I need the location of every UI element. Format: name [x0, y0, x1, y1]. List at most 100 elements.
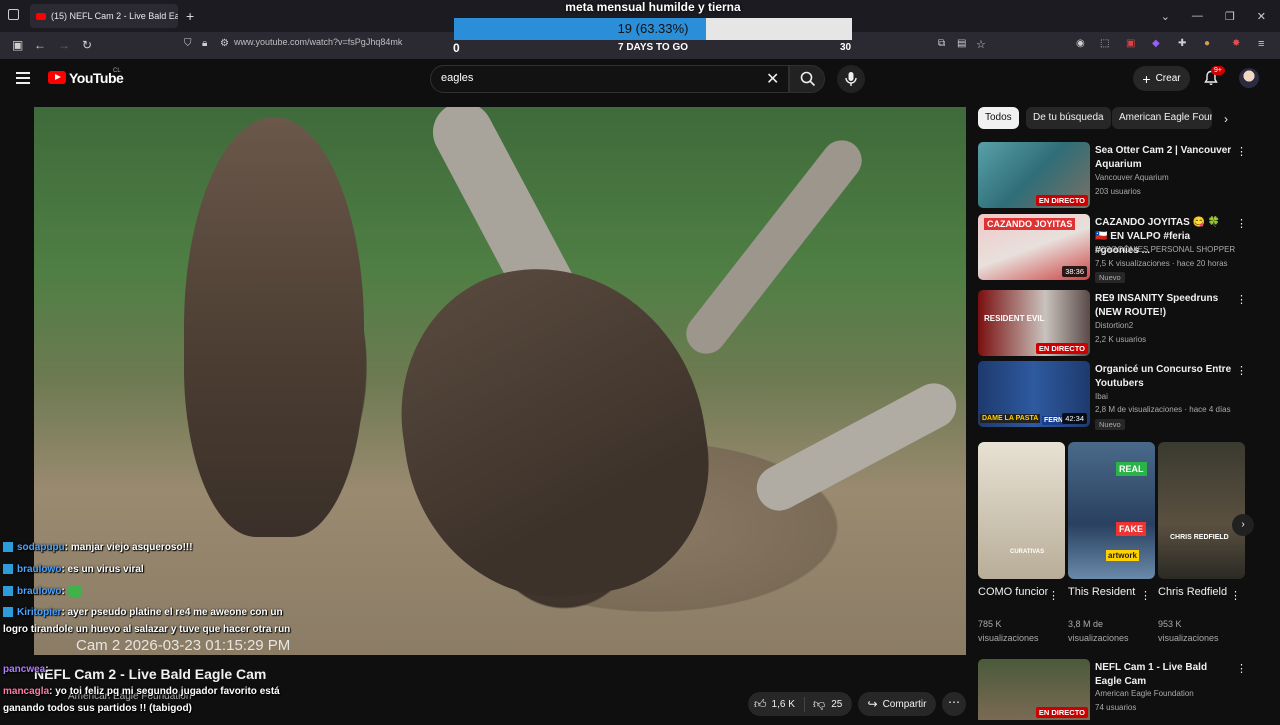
- recommendation-item[interactable]: RESIDENT EVIL EN DIRECTO RE9 INSANITY Sp…: [978, 290, 1248, 356]
- video-thumbnail[interactable]: EN DIRECTO: [978, 659, 1090, 720]
- forward-icon[interactable]: →: [58, 38, 70, 52]
- chevron-down-icon[interactable]: ⌄: [1161, 10, 1170, 23]
- recommendation-channel[interactable]: Distortion2: [1095, 321, 1133, 330]
- chip-channel[interactable]: American Eagle Foun: [1112, 107, 1212, 129]
- puzzle-icon[interactable]: ✚: [1178, 38, 1186, 49]
- dislike-button[interactable]: 👎︎ 25: [804, 696, 842, 712]
- recommendation-channel[interactable]: Ibai: [1095, 392, 1108, 401]
- video-thumbnail[interactable]: EN DIRECTO: [978, 142, 1090, 208]
- lock-icon: 🔒︎: [202, 38, 208, 49]
- recommendation-item[interactable]: EN DIRECTO NEFL Cam 1 - Live Bald Eagle …: [978, 659, 1248, 725]
- clear-search-icon[interactable]: ✕: [766, 69, 779, 89]
- recommendation-title[interactable]: Organicé un Concurso Entre Youtubers: [1095, 363, 1235, 391]
- short-title[interactable]: Chris Redfield | ...: [1158, 586, 1228, 598]
- recommendation-item[interactable]: EN DIRECTO Sea Otter Cam 2 | Vancouver A…: [978, 142, 1248, 208]
- avatar[interactable]: [1239, 68, 1259, 88]
- share-button[interactable]: ↪ Compartir: [858, 692, 936, 716]
- extension-avatar-icon[interactable]: ●: [1204, 38, 1210, 49]
- video-thumbnail[interactable]: RESIDENT EVIL EN DIRECTO: [978, 290, 1090, 356]
- extension-counter-icon[interactable]: ▣: [1126, 38, 1135, 49]
- maximize-button[interactable]: ❐: [1225, 10, 1235, 23]
- recommendation-channel[interactable]: LOSGOONIES PERSONAL SHOPPER: [1095, 245, 1235, 254]
- recommendation-meta: 2,2 K usuarios: [1095, 335, 1147, 344]
- short-thumbnail[interactable]: CHRIS REDFIELD: [1158, 442, 1245, 579]
- chat-text: : es un virus viral: [61, 564, 144, 575]
- account-icon[interactable]: ◉: [1076, 38, 1085, 49]
- short-thumbnail[interactable]: REAL FAKE artwork: [1068, 442, 1155, 579]
- settings-gear-icon[interactable]: ✸: [1232, 38, 1240, 49]
- more-options-icon[interactable]: ⋮: [1048, 589, 1059, 602]
- chat-message: braulowo:: [3, 583, 303, 600]
- recommendation-item[interactable]: CAZANDO JOYITAS 38:36 CAZANDO JOYITAS 😋 …: [978, 214, 1248, 283]
- more-options-icon[interactable]: ⋮: [1230, 589, 1241, 602]
- permissions-icon[interactable]: ⚙︎: [220, 38, 229, 49]
- duration-badge: 38:36: [1062, 266, 1087, 277]
- eagle-right: [382, 247, 726, 617]
- like-dislike-group: 👍︎ 1,6 K 👎︎ 25: [748, 692, 852, 716]
- country-code: CL: [113, 68, 121, 74]
- more-options-icon[interactable]: ⋮: [1236, 293, 1247, 306]
- bookmark-star-icon[interactable]: ☆: [976, 38, 986, 51]
- chat-username: braulowo: [17, 586, 62, 597]
- chip-all[interactable]: Todos: [978, 107, 1019, 129]
- chat-badge-icon: [3, 586, 13, 597]
- video-thumbnail[interactable]: DAME LA PASTA FERN 42:34: [978, 361, 1090, 427]
- search-icon: [800, 71, 816, 87]
- recommendation-title[interactable]: RE9 INSANITY Speedruns (NEW ROUTE!): [1095, 292, 1235, 320]
- new-badge: Nuevo: [1095, 272, 1125, 283]
- back-icon[interactable]: ←: [34, 38, 46, 52]
- more-options-icon[interactable]: ⋮: [1236, 364, 1247, 377]
- voice-search-button[interactable]: [837, 65, 865, 93]
- chat-username: Kiritopier: [17, 607, 62, 618]
- more-options-icon[interactable]: ⋮: [1236, 662, 1247, 675]
- more-options-icon[interactable]: ⋮: [1236, 217, 1247, 230]
- thumbs-down-icon: 👎︎: [813, 696, 826, 711]
- video-scene-branch: [678, 132, 870, 362]
- thumbnail-text: CAZANDO JOYITAS: [984, 218, 1076, 230]
- twitch-extension-icon[interactable]: ◆: [1152, 38, 1160, 49]
- search-input[interactable]: [441, 72, 741, 84]
- new-tab-button[interactable]: +: [186, 8, 194, 24]
- like-button[interactable]: 👍︎ 1,6 K: [748, 697, 804, 712]
- close-window-button[interactable]: ✕: [1257, 10, 1266, 23]
- search-button[interactable]: [789, 65, 825, 93]
- recommendation-channel[interactable]: Vancouver Aquarium: [1095, 173, 1169, 182]
- emote-icon: [67, 585, 82, 598]
- thumbs-up-icon: 👍︎: [754, 696, 767, 711]
- short-title[interactable]: COMO funcionaba...: [978, 586, 1048, 598]
- youtube-logo-icon[interactable]: [48, 71, 66, 84]
- video-thumbnail[interactable]: CAZANDO JOYITAS 38:36: [978, 214, 1090, 280]
- reload-icon[interactable]: ↻: [82, 38, 92, 52]
- goal-progress-value: 19 (63.33%): [617, 21, 689, 36]
- chat-message: mancagla: yo toi feliz pq mi segundo jug…: [3, 683, 303, 717]
- guide-menu-icon[interactable]: [16, 72, 30, 84]
- picture-in-picture-icon[interactable]: ⧉: [938, 38, 945, 49]
- sidebar-toggle-icon[interactable]: ▣: [12, 38, 23, 52]
- more-options-icon[interactable]: ⋮: [1236, 145, 1247, 158]
- more-actions-button[interactable]: ⋯: [942, 692, 966, 716]
- chip-from-search[interactable]: De tu búsqueda: [1026, 107, 1111, 129]
- recommendation-title[interactable]: Sea Otter Cam 2 | Vancouver Aquarium: [1095, 144, 1235, 172]
- recommendation-channel[interactable]: American Eagle Foundation: [1095, 689, 1194, 698]
- browser-tab-active[interactable]: (15) NEFL Cam 2 - Live Bald Eag ✕: [30, 4, 178, 28]
- short-views: 785 K visualizaciones: [978, 619, 1039, 643]
- chat-username: pancwea: [3, 664, 46, 675]
- recommendation-title[interactable]: NEFL Cam 1 - Live Bald Eagle Cam: [1095, 661, 1235, 689]
- reader-view-icon[interactable]: ▤: [957, 38, 966, 49]
- recommendation-item[interactable]: DAME LA PASTA FERN 42:34 Organicé un Con…: [978, 361, 1248, 430]
- share-icon: ↪: [867, 697, 878, 711]
- chevron-right-icon[interactable]: ›: [1224, 112, 1228, 126]
- short-thumbnail[interactable]: CURATIVAS: [978, 442, 1065, 579]
- more-options-icon[interactable]: ⋮: [1140, 589, 1151, 602]
- url-bar[interactable]: www.youtube.com/watch?v=fsPgJhq84mk: [234, 37, 402, 47]
- extension-icon[interactable]: ⬚: [1100, 38, 1109, 49]
- tab-list-icon[interactable]: [8, 9, 19, 20]
- shield-icon[interactable]: ⛉: [184, 38, 192, 49]
- minimize-button[interactable]: —: [1192, 10, 1203, 22]
- plus-icon: +: [1142, 70, 1151, 87]
- search-box: [430, 65, 789, 93]
- create-button[interactable]: + Crear: [1133, 66, 1190, 91]
- hamburger-menu-icon[interactable]: ≡: [1258, 38, 1264, 50]
- shorts-next-button[interactable]: ›: [1232, 514, 1254, 536]
- short-title[interactable]: This Resident Ev...: [1068, 586, 1138, 598]
